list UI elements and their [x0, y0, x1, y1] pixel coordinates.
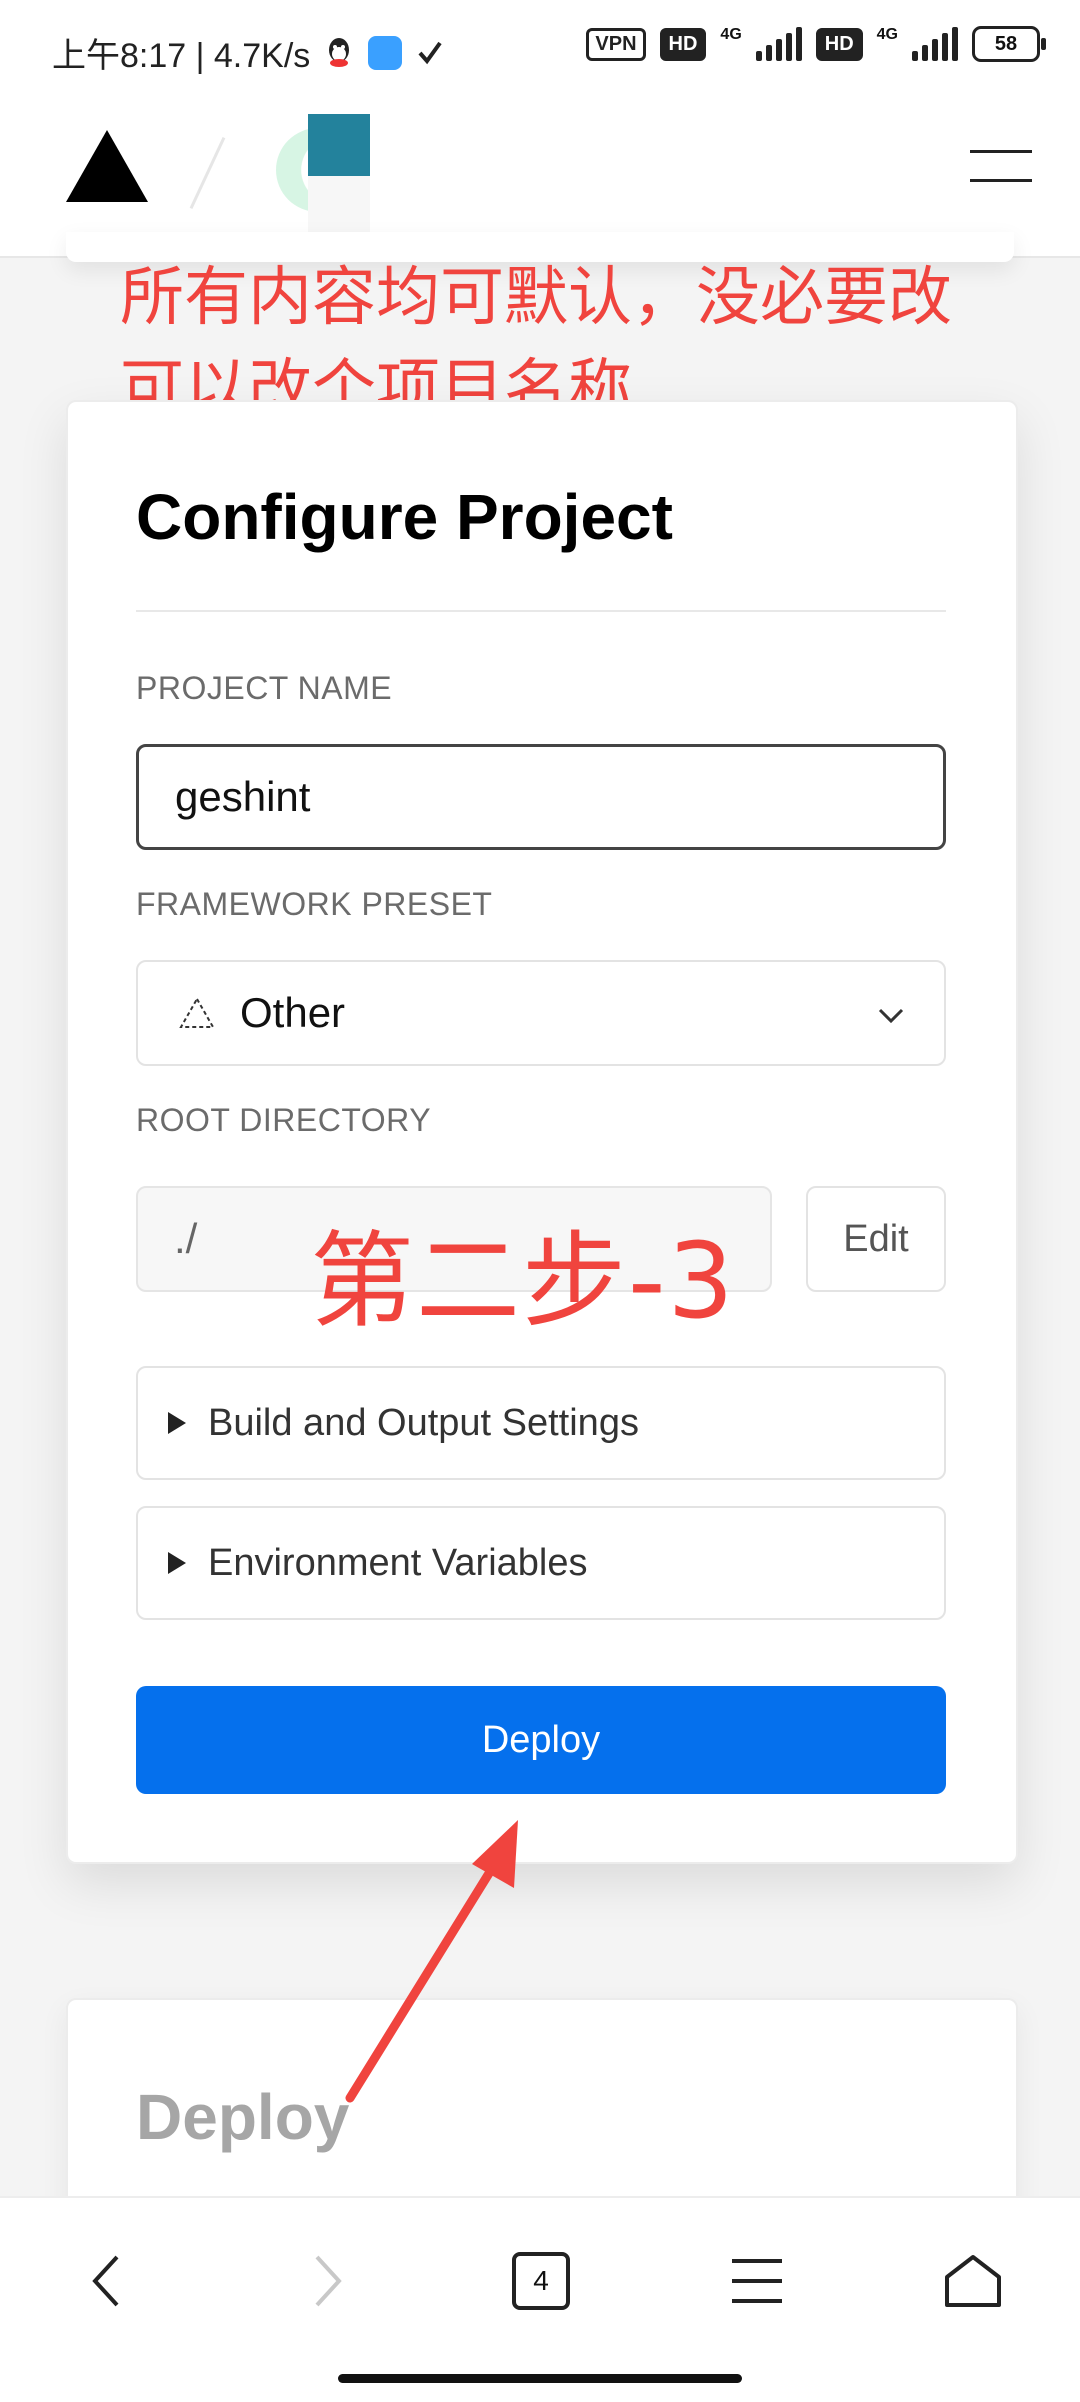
root-directory-label: ROOT DIRECTORY [136, 1102, 432, 1138]
framework-preset-label: FRAMEWORK PRESET [136, 886, 493, 922]
hd-badge: HD [659, 27, 707, 61]
avatar-redaction-fade [308, 176, 370, 234]
forward-button[interactable] [282, 2236, 372, 2326]
network-type-2: 4G [876, 26, 898, 43]
qq-icon [329, 37, 350, 67]
chevron-down-icon [878, 1008, 904, 1024]
root-directory-value: ./ [174, 1215, 198, 1262]
status-time-speed: 上午8:17 | 4.7K/s [52, 37, 311, 75]
status-bar: 上午8:17 | 4.7K/s VPN HD 4G HD 4G 58 [0, 0, 1080, 100]
framework-triangle-icon [179, 996, 215, 1028]
home-indicator[interactable] [338, 2374, 742, 2383]
home-icon [945, 2255, 1001, 2307]
vpn-badge: VPN [586, 27, 646, 61]
check-icon [418, 41, 442, 64]
vercel-logo-icon[interactable] [66, 130, 148, 202]
build-output-settings-label: Build and Output Settings [208, 1401, 639, 1444]
forward-arrow-icon [315, 2255, 342, 2307]
menu-button[interactable] [712, 2236, 802, 2326]
avatar-redaction [308, 114, 370, 176]
back-arrow-icon [92, 2255, 119, 2307]
network-type: 4G [720, 26, 742, 43]
annotation-step-label: 第二步-3 [310, 1220, 736, 1342]
annotation-line-1: 所有内容均可默认，没必要改 [120, 261, 952, 335]
hd-badge-2: HD [815, 27, 863, 61]
deploy-button[interactable]: Deploy [136, 1686, 946, 1794]
battery-indicator: 58 [972, 26, 1046, 62]
project-name-label: PROJECT NAME [136, 670, 393, 706]
back-button[interactable] [62, 2236, 152, 2326]
signal-icon [755, 27, 802, 61]
configure-project-card: Configure Project PROJECT NAME geshint F… [66, 400, 1018, 1864]
environment-variables-toggle[interactable]: Environment Variables [136, 1506, 946, 1620]
project-name-input[interactable]: geshint [136, 744, 946, 850]
framework-preset-select[interactable]: Other [136, 960, 946, 1066]
build-output-settings-toggle[interactable]: Build and Output Settings [136, 1366, 946, 1480]
divider [136, 610, 946, 612]
expand-triangle-icon [168, 1412, 186, 1434]
browser-bottom-nav: 4 [0, 2196, 1080, 2402]
project-name-value: geshint [175, 773, 311, 820]
framework-preset-value: Other [240, 989, 346, 1036]
hamburger-menu-icon[interactable] [970, 150, 1032, 182]
tab-count: 4 [533, 2265, 549, 2296]
tabs-count-icon: 4 [512, 2252, 570, 2310]
deploy-section-title: Deploy [136, 2081, 350, 2153]
signal-icon-2 [912, 27, 958, 61]
menu-lines-icon [732, 2259, 782, 2303]
environment-variables-label: Environment Variables [208, 1541, 588, 1584]
edit-root-button[interactable]: Edit [806, 1186, 946, 1292]
app-notification-icon [368, 35, 403, 70]
tabs-button[interactable]: 4 [496, 2236, 586, 2326]
page-title: Configure Project [136, 481, 673, 553]
status-right: VPN HD 4G HD 4G 58 [586, 26, 1046, 62]
home-button[interactable] [928, 2236, 1018, 2326]
breadcrumb-separator [189, 137, 226, 209]
expand-triangle-icon [168, 1552, 186, 1574]
status-left: 上午8:17 | 4.7K/s [52, 28, 444, 77]
